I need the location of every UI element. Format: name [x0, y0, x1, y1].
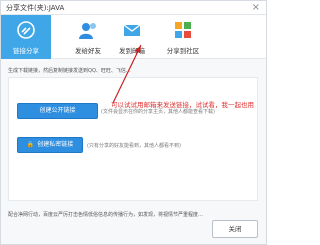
- tab-send-email-label: 发到邮箱: [119, 47, 145, 55]
- public-link-hint: (文件会显示在你的分享主页，其他人都能查看下载): [101, 109, 215, 115]
- close-button[interactable]: 关闭: [212, 220, 258, 238]
- tab-link-share-label: 链接分享: [13, 47, 39, 55]
- dialog-title: 分享文件(夹):JAVA: [6, 4, 65, 12]
- title-bar: 分享文件(夹):JAVA ×: [1, 1, 266, 15]
- private-link-hint: (只有分享的好友能看到，其他人都看不到): [87, 143, 181, 149]
- tab-link-share[interactable]: 链接分享: [1, 15, 51, 59]
- footer-notice: 配合净网行动，百度云严厉打击色情低俗信息的传播行为，如发现，将视情节严重程度…: [8, 212, 204, 218]
- create-public-link-label: 创建公开链接: [39, 107, 76, 114]
- community-icon: [175, 22, 191, 38]
- close-icon[interactable]: ×: [252, 2, 260, 13]
- tab-send-friend-label: 发给好友: [75, 47, 101, 55]
- annotation-note: 可以试试用邮箱来发送链接，试试看，我一起也用: [111, 101, 254, 109]
- tab-community-label: 分享到社区: [166, 47, 200, 55]
- share-dialog: 分享文件(夹):JAVA × 链接分享 发给好友 发到邮箱 分享到社区 生成下载…: [0, 0, 267, 245]
- friend-icon: [79, 23, 96, 39]
- tab-community[interactable]: 分享到社区: [158, 15, 208, 59]
- create-public-link-button[interactable]: 创建公开链接: [17, 103, 98, 119]
- tab-send-email[interactable]: 发到邮箱: [107, 15, 157, 59]
- share-description: 生成下载链接，然后复制链接发送到QQ、旺旺、飞信…: [8, 68, 131, 74]
- create-private-link-button[interactable]: 🔒 创建私密链接: [17, 137, 83, 153]
- mail-icon: [123, 24, 141, 36]
- link-share-icon: [17, 21, 35, 39]
- create-private-link-label: 创建私密链接: [37, 141, 74, 148]
- tab-send-friend[interactable]: 发给好友: [63, 15, 113, 59]
- lock-icon: 🔒: [26, 141, 35, 148]
- share-tabs: 链接分享 发给好友 发到邮箱 分享到社区: [1, 15, 266, 59]
